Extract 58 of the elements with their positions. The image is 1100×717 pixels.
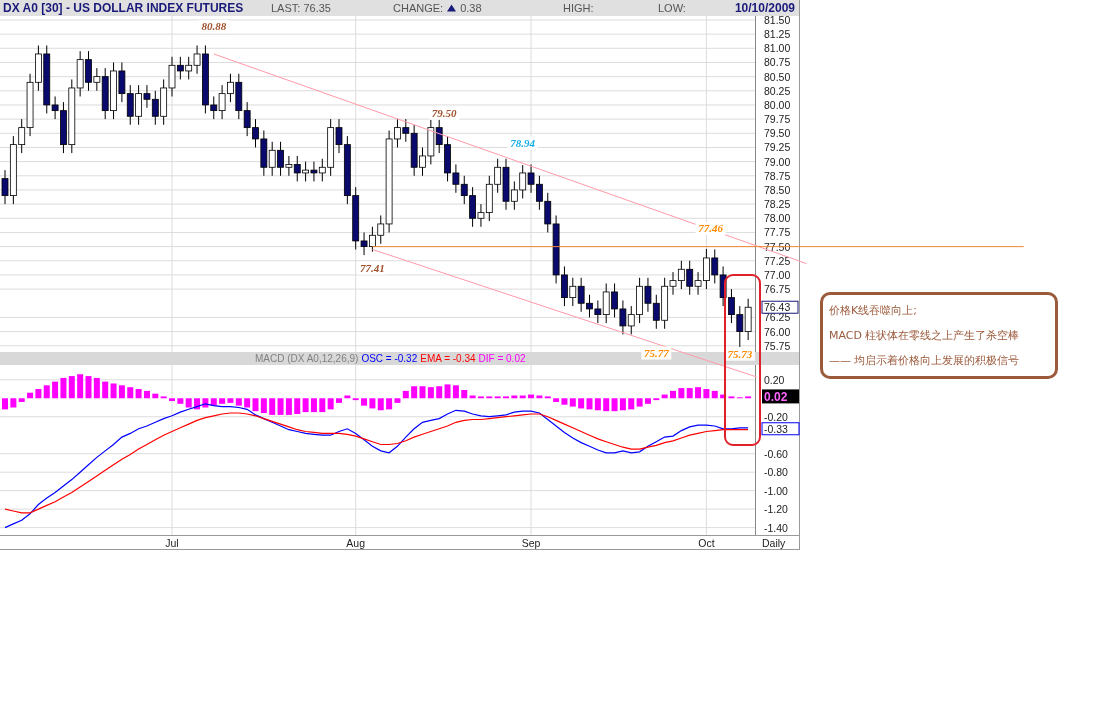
indicator-title: MACD (DX A0,12,26,9) (255, 352, 359, 365)
axis-label: 80.00 (764, 98, 791, 111)
axis-label: 78.75 (764, 169, 791, 182)
axis-label: 78.00 (764, 212, 791, 225)
change-value: 0.38 (460, 2, 482, 14)
price-label: 78.94 (510, 136, 536, 149)
high-label: HIGH: (563, 2, 595, 14)
legend-text: DIF = 0.02 (478, 352, 526, 365)
axis-label: 78.25 (764, 198, 791, 211)
axis-label: 79.00 (764, 155, 791, 168)
axis-label: 75.75 (764, 339, 791, 352)
month-label: Jul (165, 537, 179, 549)
last-price: LAST: 76.35 (271, 2, 332, 14)
axis-label: 77.00 (764, 268, 791, 281)
note-text: —— 均启示着价格向上发展的积极信号 (829, 353, 1021, 368)
osc-value-tag: -0.33 (761, 422, 800, 436)
chart-date: 10/10/2009 (734, 1, 795, 15)
axis-label: 77.25 (764, 254, 791, 267)
note-text: 价格K线吞噬向上; (829, 303, 918, 318)
legend-text: OSC = -0.32 (361, 352, 418, 365)
axis-label: -1.20 (764, 503, 788, 516)
month-label: Oct (698, 537, 715, 549)
axis-label: 79.75 (764, 113, 791, 126)
axis-label: -1.00 (764, 484, 788, 497)
axis-label: -1.40 (764, 521, 788, 534)
axis-label: 76.25 (764, 311, 791, 324)
axis-label: 80.50 (764, 70, 791, 83)
price-label: 75.77 (643, 346, 669, 359)
price-label: 77.41 (360, 261, 385, 274)
axis-label: 80.75 (764, 56, 791, 69)
dif-value-tag: 0.02 (762, 389, 799, 405)
axis-label: -0.20 (764, 410, 788, 423)
price-label: 79.50 (431, 106, 457, 119)
axis-label: 80.25 (764, 84, 791, 97)
price-label: 75.73 (727, 347, 753, 360)
period-label: Daily (762, 537, 786, 549)
axis-label: 76.00 (764, 325, 791, 338)
price-label: 77.46 (698, 221, 723, 234)
axis-label: 78.50 (764, 183, 791, 196)
month-label: Sep (521, 537, 541, 549)
axis-label: -0.60 (764, 447, 788, 460)
axis-label: 81.25 (764, 28, 791, 41)
axis-label: 0.20 (764, 373, 785, 386)
axis-label: 79.50 (764, 127, 791, 140)
price-label: 80.88 (201, 20, 227, 33)
axis-label: 81.50 (764, 16, 791, 26)
month-label: Aug (346, 537, 366, 549)
change-label: CHANGE: (393, 2, 444, 14)
last-price-tag: 76.43 (761, 300, 799, 314)
axis-label: 79.25 (764, 141, 791, 154)
axis-label: 81.00 (764, 42, 791, 55)
axis-label: 77.75 (764, 226, 791, 239)
chart-title: DX A0 [30] - US DOLLAR INDEX FUTURES (3, 1, 245, 15)
legend-text: EMA = -0.34 (420, 352, 476, 365)
low-label: LOW: (658, 2, 687, 14)
axis-label: -0.80 (764, 466, 788, 479)
note-text: MACD 柱状体在零线之上产生了杀空棒 (829, 328, 1021, 343)
axis-label: 76.75 (764, 283, 791, 296)
